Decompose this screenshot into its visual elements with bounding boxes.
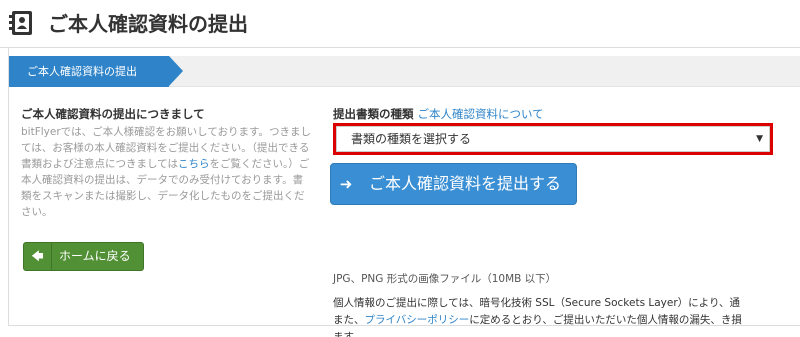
content-panel: ご本人確認資料の提出 ご本人確認資料の提出につきまして bitFlyerでは、ご…	[8, 48, 800, 337]
privacy-policy-link[interactable]: プライバシーポリシー	[365, 314, 470, 326]
privacy-line-2: また、プライバシーポリシーに定めるとおり、ご提出いただいた個人情報の漏失、き損	[333, 312, 800, 329]
info-body: bitFlyerでは、ご本人様確認をお願いしております。つきましては、お客様の本…	[21, 124, 311, 220]
page-title: ご本人確認資料の提出	[48, 12, 248, 36]
privacy-line-2-start: また、	[333, 314, 365, 326]
privacy-line-1: 個人情報のご提出に際しては、暗号化技術 SSL（Secure Sockets L…	[333, 297, 741, 309]
file-format-note: JPG、PNG 形式の画像ファイル（10MB 以下）	[333, 273, 557, 285]
guide-link[interactable]: こちら	[178, 158, 210, 170]
info-column: ご本人確認資料の提出につきまして bitFlyerでは、ご本人様確認をお願いして…	[21, 106, 311, 220]
doc-type-select-value: 書類の種類を選択する	[351, 132, 472, 146]
privacy-line-2-end: に定めるとおり、ご提出いただいた個人情報の漏失、き損	[469, 314, 742, 326]
doc-type-select[interactable]: 書類の種類を選択する ▼	[336, 126, 770, 152]
step-arrow	[169, 56, 183, 86]
doc-type-label-row: 提出書類の種類 ご本人確認資料について	[333, 106, 800, 122]
submit-documents-button[interactable]: ➜ ご本人確認資料を提出する	[330, 163, 577, 205]
home-button-label: ホームに戻る	[59, 249, 131, 263]
chevron-down-icon: ▼	[756, 134, 763, 144]
doc-type-select-highlight[interactable]: 書類の種類を選択する ▼	[333, 123, 773, 155]
profile-card-icon	[9, 10, 35, 36]
page-header: ご本人確認資料の提出	[0, 0, 800, 48]
submit-button-label: ご本人確認資料を提出する	[369, 174, 562, 193]
upload-column: 提出書類の種類 ご本人確認資料について 書類の種類を選択する ▼ ➜ ご本人確認資…	[330, 106, 800, 337]
arrow-right-icon: ➜	[339, 175, 353, 193]
home-button[interactable]: 🡄 ホームに戻る	[23, 242, 144, 271]
step-bar: ご本人確認資料の提出	[9, 56, 800, 87]
doc-type-label: 提出書類の種類	[333, 107, 414, 121]
step-active: ご本人確認資料の提出	[9, 56, 169, 87]
privacy-line-3: ます。	[333, 331, 364, 337]
doc-type-help-link[interactable]: ご本人確認資料について	[418, 107, 544, 121]
info-title: ご本人確認資料の提出につきまして	[21, 107, 205, 121]
privacy-notice: 個人情報のご提出に際しては、暗号化技術 SSL（Secure Sockets L…	[333, 295, 800, 337]
arrow-left-icon: 🡄	[24, 243, 52, 270]
